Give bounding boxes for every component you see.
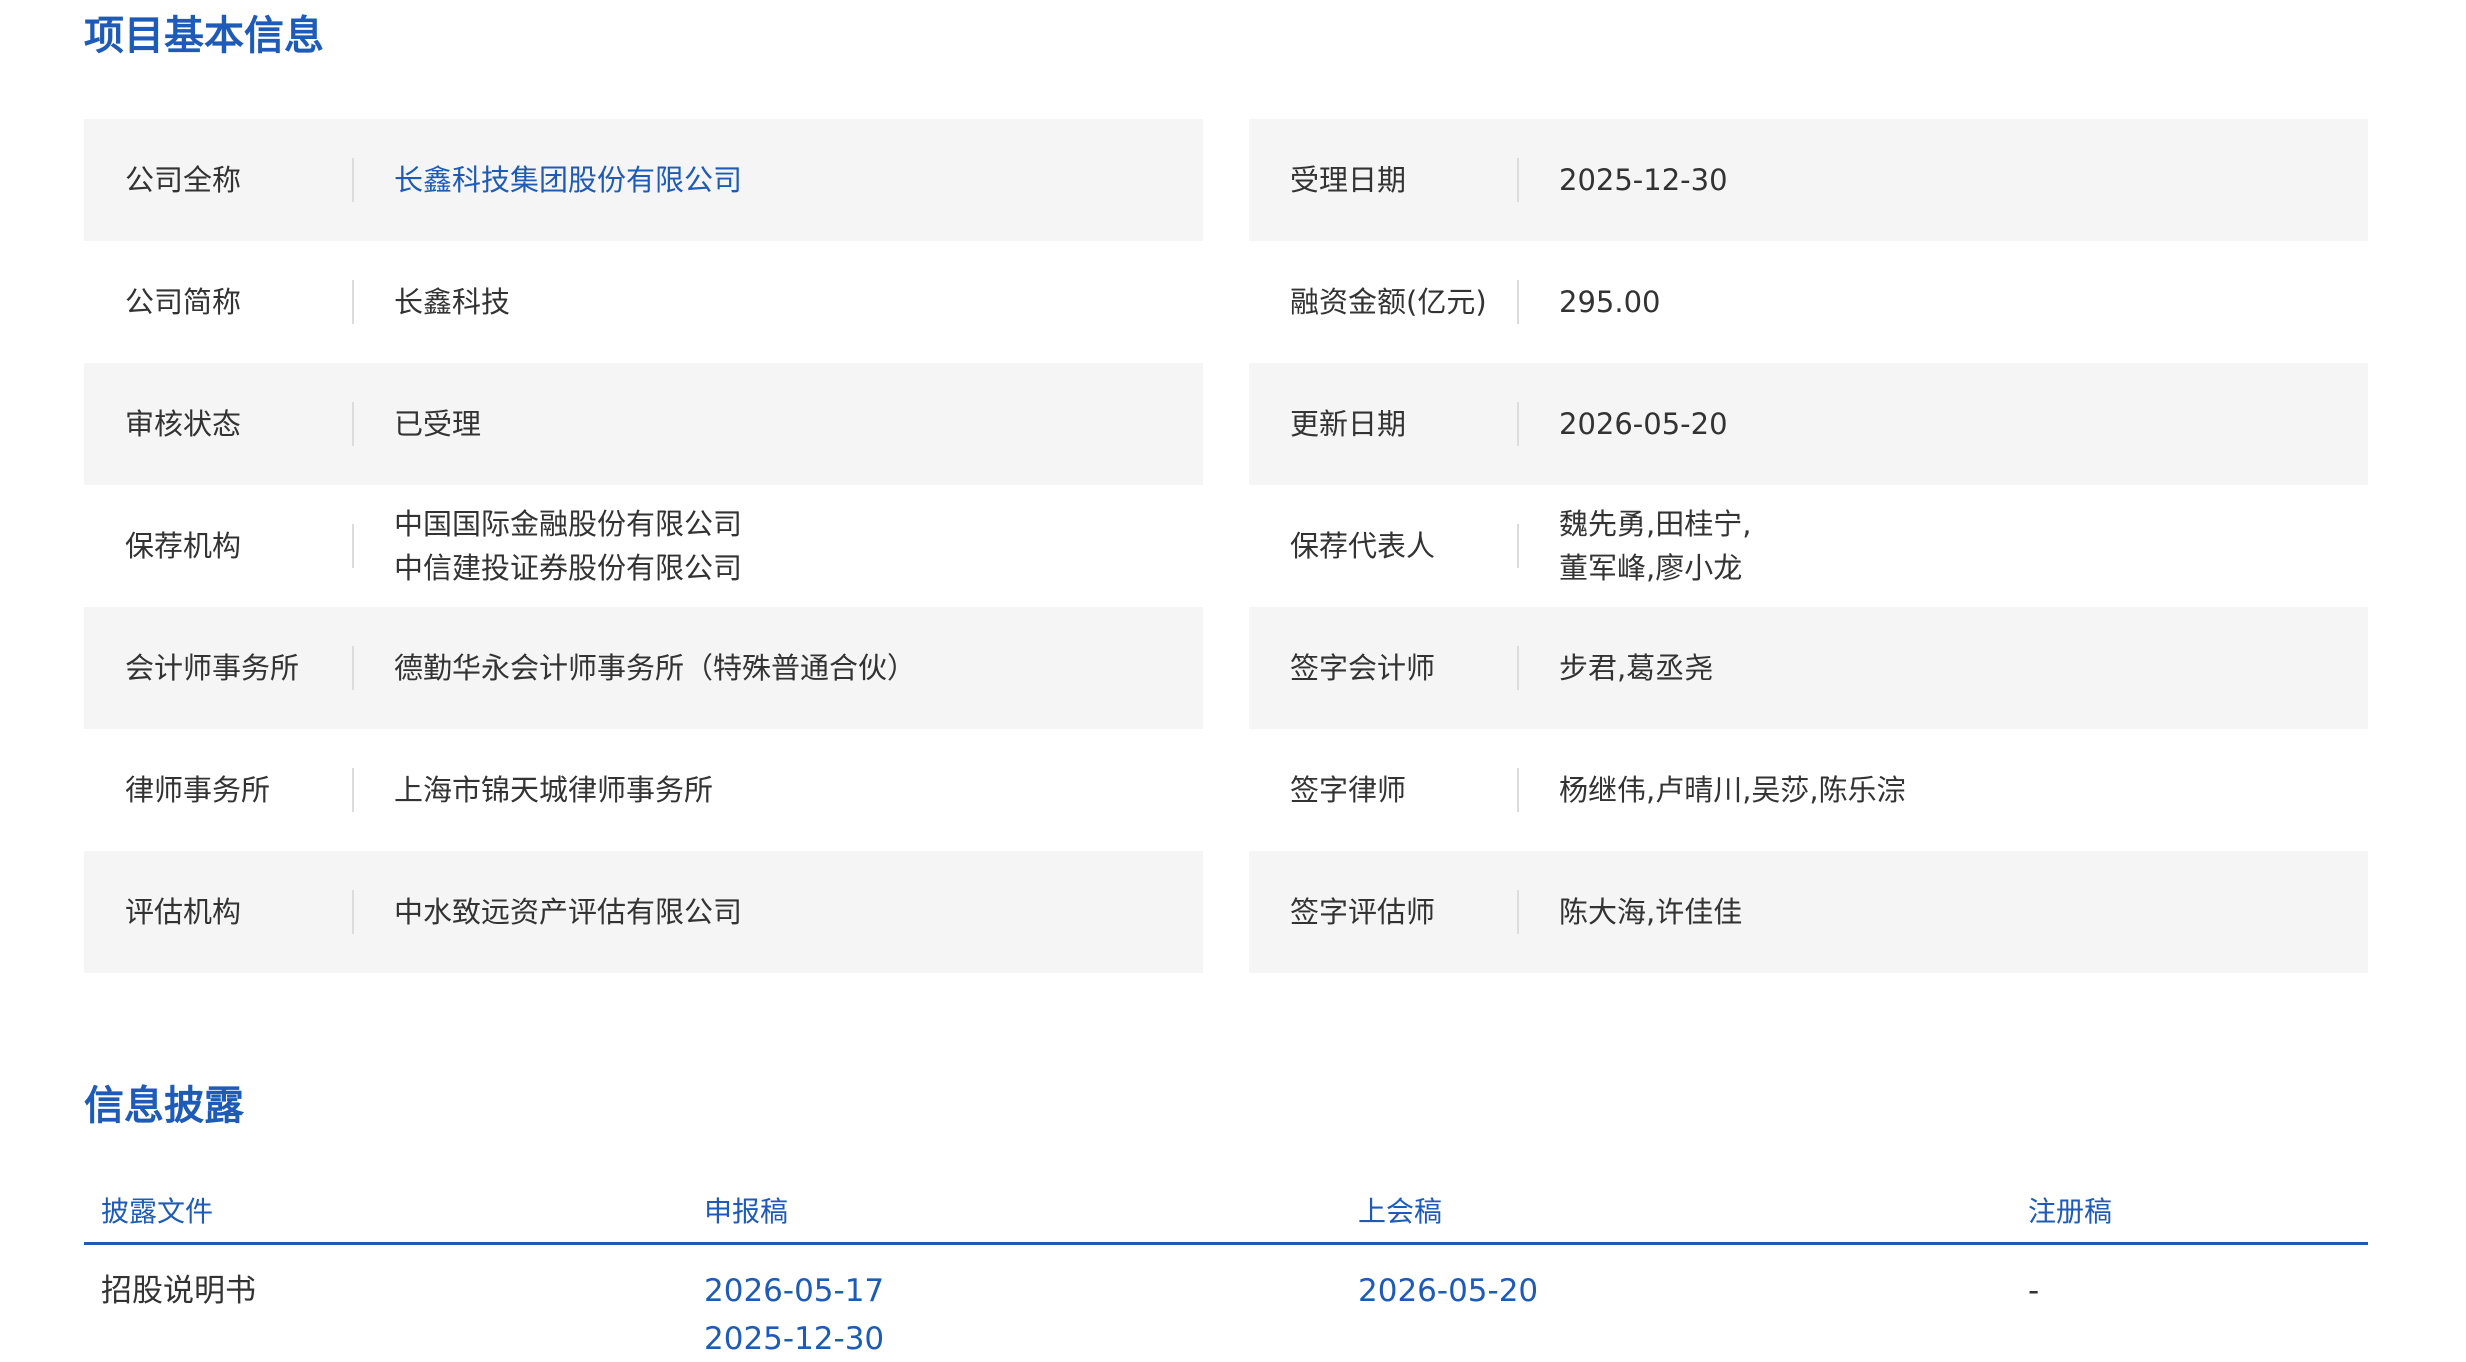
info-value-line: 2025-12-30 [1559,163,1728,197]
column-header-filing-draft: 申报稿 [704,1195,789,1228]
info-value: 中国国际金融股份有限公司 中信建投证券股份有限公司 [354,502,742,590]
info-value-line: 魏先勇,田桂宁, [1559,507,1752,541]
info-cell: 审核状态 已受理 [84,363,1203,485]
info-value-line[interactable]: 长鑫科技集团股份有限公司 [394,158,742,202]
info-row: 评估机构 中水致远资产评估有限公司 签字评估师 陈大海,许佳佳 [84,851,2368,973]
cell-value: - [2028,1273,2040,1309]
info-cell: 签字律师 杨继伟,卢晴川,吴莎,陈乐淙 [1249,729,2368,851]
info-label: 融资金额(亿元) [1249,280,1519,324]
info-cell: 公司全称 长鑫科技集团股份有限公司 [84,119,1203,241]
info-cell: 签字评估师 陈大海,许佳佳 [1249,851,2368,973]
section-title-basic-info: 项目基本信息 [84,13,324,59]
info-value-line: 德勤华永会计师事务所（特殊普通合伙） [394,651,917,685]
info-cell: 更新日期 2026-05-20 [1249,363,2368,485]
date-link[interactable]: 2026-05-20 [1358,1267,1538,1315]
info-label: 签字律师 [1249,768,1519,812]
column-header-meeting-draft: 上会稿 [1358,1195,1443,1228]
info-value: 魏先勇,田桂宁, 董军峰,廖小龙 [1519,502,1751,590]
info-value: 295.00 [1519,280,1660,324]
date-link[interactable]: 2026-05-17 [704,1267,884,1315]
info-label: 审核状态 [84,402,354,446]
info-label: 保荐机构 [84,524,354,568]
info-value-line: 陈大海,许佳佳 [1559,895,1743,929]
cell-registration-draft: - [2028,1267,2039,1315]
info-label: 保荐代表人 [1249,524,1519,568]
info-value: 已受理 [354,402,481,446]
info-label: 公司全称 [84,158,354,202]
info-row: 公司全称 长鑫科技集团股份有限公司 受理日期 2025-12-30 [84,119,2368,241]
info-value-line: 2026-05-20 [1559,407,1728,441]
column-header-registration-draft: 注册稿 [2028,1195,2113,1228]
info-label: 签字评估师 [1249,890,1519,934]
info-label: 受理日期 [1249,158,1519,202]
info-cell: 受理日期 2025-12-30 [1249,119,2368,241]
info-row: 律师事务所 上海市锦天城律师事务所 签字律师 杨继伟,卢晴川,吴莎,陈乐淙 [84,729,2368,851]
info-label: 公司简称 [84,280,354,324]
info-value-line: 中国国际金融股份有限公司 [394,507,743,541]
info-value-line: 董军峰,廖小龙 [1559,551,1743,585]
info-value: 2025-12-30 [1519,158,1728,202]
info-value-line: 杨继伟,卢晴川,吴莎,陈乐淙 [1559,773,1906,807]
info-cell: 公司简称 长鑫科技 [84,241,1203,363]
basic-info-grid: 公司全称 长鑫科技集团股份有限公司 受理日期 2025-12-30 公司简称 长鑫科技 融资… [84,119,2368,973]
info-cell: 评估机构 中水致远资产评估有限公司 [84,851,1203,973]
page: 项目基本信息 公司全称 长鑫科技集团股份有限公司 受理日期 2025-12-30 公司简… [0,0,2466,1362]
table-row: 招股说明书 2026-05-17 2025-12-30 2026-05-20 - [84,1245,2368,1362]
cell-document-name: 招股说明书 [101,1273,256,1309]
disclosure-table-header: 披露文件 申报稿 上会稿 注册稿 [84,1180,2368,1245]
section-title-disclosure: 信息披露 [84,1083,244,1129]
info-value: 德勤华永会计师事务所（特殊普通合伙） [354,646,916,690]
info-value-line: 上海市锦天城律师事务所 [394,773,714,807]
info-cell: 律师事务所 上海市锦天城律师事务所 [84,729,1203,851]
info-value: 陈大海,许佳佳 [1519,890,1742,934]
cell-filing-draft-dates: 2026-05-17 2025-12-30 [704,1267,884,1362]
info-cell: 融资金额(亿元) 295.00 [1249,241,2368,363]
info-label: 签字会计师 [1249,646,1519,690]
info-row: 审核状态 已受理 更新日期 2026-05-20 [84,363,2368,485]
column-header-document: 披露文件 [101,1195,214,1228]
info-value-line: 中水致远资产评估有限公司 [394,895,743,929]
info-value-line: 步君,葛丞尧 [1559,651,1714,685]
info-row: 会计师事务所 德勤华永会计师事务所（特殊普通合伙） 签字会计师 步君,葛丞尧 [84,607,2368,729]
info-label: 更新日期 [1249,402,1519,446]
info-cell: 签字会计师 步君,葛丞尧 [1249,607,2368,729]
info-value: 上海市锦天城律师事务所 [354,768,713,812]
cell-meeting-draft-dates: 2026-05-20 [1358,1267,1538,1315]
info-value-line: 中信建投证券股份有限公司 [394,551,743,585]
info-cell: 保荐代表人 魏先勇,田桂宁, 董军峰,廖小龙 [1249,485,2368,607]
info-label: 律师事务所 [84,768,354,812]
info-value: 步君,葛丞尧 [1519,646,1713,690]
info-value-link[interactable]: 长鑫科技集团股份有限公司 [354,158,742,202]
info-cell: 会计师事务所 德勤华永会计师事务所（特殊普通合伙） [84,607,1203,729]
info-value-line: 长鑫科技 [394,285,511,319]
info-value-line: 已受理 [394,407,482,441]
info-value: 长鑫科技 [354,280,510,324]
info-value-line: 295.00 [1559,285,1661,319]
info-row: 保荐机构 中国国际金融股份有限公司 中信建投证券股份有限公司 保荐代表人 魏先勇,田桂宁… [84,485,2368,607]
info-label: 评估机构 [84,890,354,934]
disclosure-table-body: 招股说明书 2026-05-17 2025-12-30 2026-05-20 - [84,1245,2368,1362]
info-value: 杨继伟,卢晴川,吴莎,陈乐淙 [1519,768,1906,812]
date-link[interactable]: 2025-12-30 [704,1315,884,1362]
info-row: 公司简称 长鑫科技 融资金额(亿元) 295.00 [84,241,2368,363]
info-cell: 保荐机构 中国国际金融股份有限公司 中信建投证券股份有限公司 [84,485,1203,607]
disclosure-table: 披露文件 申报稿 上会稿 注册稿 招股说明书 2026-05-17 2025-12-… [84,1180,2368,1362]
info-label: 会计师事务所 [84,646,354,690]
info-value: 中水致远资产评估有限公司 [354,890,742,934]
info-value: 2026-05-20 [1519,402,1728,446]
